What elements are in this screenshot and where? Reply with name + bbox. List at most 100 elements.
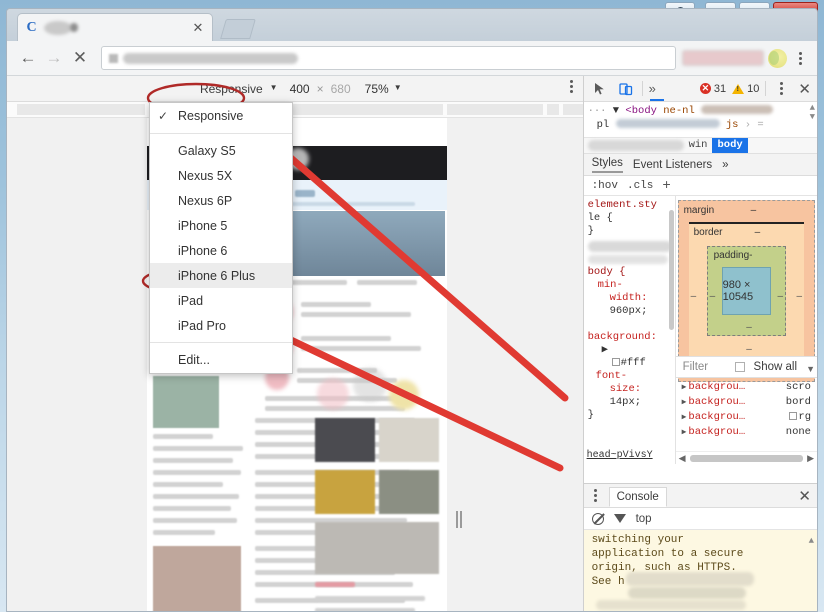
prop-min-width-b[interactable]: width: bbox=[588, 292, 671, 305]
computed-scroll-down-icon[interactable]: ▼ bbox=[806, 364, 815, 374]
device-menu-item-nexus-5x[interactable]: Nexus 5X bbox=[150, 163, 292, 188]
new-style-rule-button[interactable]: + bbox=[662, 178, 670, 194]
viewport-resize-handle[interactable] bbox=[456, 511, 462, 528]
tab-styles[interactable]: Styles bbox=[591, 157, 623, 173]
viewport-height-input[interactable]: 680 bbox=[331, 82, 351, 96]
device-selector[interactable]: Responsive ▼ bbox=[188, 82, 290, 96]
console-context-selector[interactable]: top bbox=[636, 513, 652, 525]
device-menu-item-iphone-6-plus[interactable]: iPhone 6 Plus bbox=[150, 263, 292, 288]
computed-property-row[interactable]: ▶ backgrou… none bbox=[682, 425, 811, 440]
viewport-width-input[interactable]: 400 bbox=[290, 82, 310, 96]
computed-filter-input[interactable]: Filter bbox=[683, 361, 709, 373]
chrome-menu-button[interactable] bbox=[791, 51, 809, 65]
prop-font-size-b[interactable]: size: bbox=[588, 383, 671, 396]
box-border-value[interactable]: – bbox=[755, 227, 761, 238]
tab-event-listeners[interactable]: Event Listeners bbox=[633, 159, 712, 171]
scroll-left-arrow[interactable]: ◀ bbox=[679, 453, 686, 464]
prop-min-width-a[interactable]: min- bbox=[588, 279, 671, 292]
error-count-badge[interactable]: ✕ 31 bbox=[699, 83, 726, 95]
computed-property-row[interactable]: ▶ backgrou… bord bbox=[682, 395, 811, 410]
show-all-checkbox[interactable] bbox=[734, 362, 745, 372]
box-margin-value[interactable]: – bbox=[751, 205, 757, 216]
breadcrumb-item-win[interactable]: win bbox=[684, 138, 713, 153]
more-panels-icon[interactable]: » bbox=[649, 81, 665, 101]
background-expand-icon[interactable]: ▶ bbox=[588, 344, 671, 357]
new-tab-button[interactable] bbox=[220, 19, 256, 39]
drawer-close-button[interactable]: ✕ bbox=[798, 487, 811, 505]
back-button[interactable]: ← bbox=[15, 45, 41, 71]
box-content-region[interactable]: 980 × 10545 bbox=[721, 267, 771, 315]
device-menu-item-ipad-pro[interactable]: iPad Pro bbox=[150, 313, 292, 338]
toggle-device-toolbar-icon[interactable] bbox=[616, 79, 636, 99]
value-background[interactable]: #fff bbox=[621, 357, 646, 369]
stop-button[interactable]: ✕ bbox=[67, 45, 93, 71]
clear-console-icon[interactable] bbox=[591, 512, 604, 525]
page-info-icon[interactable] bbox=[109, 53, 118, 63]
computed-property-row[interactable]: ▶ backgrou… rg bbox=[682, 410, 811, 425]
device-menu-item-nexus-6p[interactable]: Nexus 6P bbox=[150, 188, 292, 213]
address-bar[interactable] bbox=[101, 46, 676, 70]
tab-console[interactable]: Console bbox=[608, 486, 667, 507]
border-bottom-value[interactable]: – bbox=[746, 344, 752, 355]
devtools-menu-button[interactable] bbox=[772, 82, 790, 95]
device-toolbar-menu[interactable] bbox=[569, 80, 573, 93]
device-menu-label: iPhone 6 bbox=[178, 243, 228, 258]
stylesheet-source-link[interactable]: head~pVivsY bbox=[587, 449, 653, 462]
zoom-level[interactable]: 75% bbox=[365, 82, 389, 96]
device-menu-item-iphone-5[interactable]: iPhone 5 bbox=[150, 213, 292, 238]
padding-left-value[interactable]: – bbox=[710, 291, 716, 302]
styles-scrollbar[interactable] bbox=[668, 210, 674, 330]
dom-scrollbar[interactable]: ▲ ▼ bbox=[810, 104, 815, 122]
console-messages[interactable]: switching your application to a secure ori… bbox=[583, 530, 817, 611]
warning-count-badge[interactable]: 10 bbox=[732, 83, 759, 95]
tab-more-icon[interactable]: » bbox=[722, 159, 728, 171]
forward-button[interactable]: → bbox=[41, 45, 67, 71]
box-model-diagram[interactable]: margin – border – padding- 980 × 10545 –… bbox=[677, 200, 815, 382]
cls-toggle[interactable]: .cls bbox=[627, 180, 653, 192]
device-menu-label: Nexus 6P bbox=[178, 193, 233, 208]
devtools-close-button[interactable]: ✕ bbox=[798, 80, 811, 98]
border-left-value[interactable]: – bbox=[691, 291, 697, 302]
device-menu-item-responsive[interactable]: ✓ Responsive bbox=[150, 103, 292, 129]
hov-toggle[interactable]: :hov bbox=[592, 180, 618, 192]
computed-horizontal-scrollbar[interactable]: ◀ ▶ bbox=[675, 451, 817, 464]
extension-icon[interactable] bbox=[768, 48, 787, 68]
tab-close-button[interactable]: ✕ bbox=[190, 20, 206, 36]
breadcrumb-item-body[interactable]: body bbox=[712, 138, 748, 153]
rule-element-style: element.sty bbox=[587, 199, 657, 211]
prop-background[interactable]: background: bbox=[588, 331, 671, 344]
device-menu-item-ipad[interactable]: iPad bbox=[150, 288, 292, 313]
device-dropdown-menu[interactable]: ✓ Responsive Galaxy S5 Nexus 5X Nexus 6P iPho… bbox=[149, 102, 293, 374]
scroll-right-arrow[interactable]: ▶ bbox=[807, 453, 814, 464]
expand-caret-icon[interactable]: ▶ bbox=[682, 398, 687, 407]
expand-caret-icon[interactable]: ▶ bbox=[682, 428, 687, 437]
computed-property-row[interactable]: ▶ backgrou… scro bbox=[682, 380, 811, 395]
css-rules-column[interactable]: element.sty le { } body { min- width: 96… bbox=[584, 196, 676, 464]
color-swatch[interactable] bbox=[789, 412, 798, 420]
dom-node-child[interactable]: pl js › = bbox=[588, 118, 813, 132]
value-font-size[interactable]: 14px; bbox=[588, 396, 671, 409]
padding-bottom-value[interactable]: – bbox=[746, 322, 752, 333]
color-swatch[interactable] bbox=[611, 358, 620, 366]
filter-icon[interactable] bbox=[613, 514, 626, 536]
drawer-menu-button[interactable] bbox=[590, 489, 601, 502]
expand-caret-icon[interactable]: ▶ bbox=[682, 383, 687, 392]
border-right-value[interactable]: – bbox=[796, 291, 802, 302]
prop-font-size-a[interactable]: font- bbox=[588, 370, 671, 383]
dom-node-body[interactable]: ··· ▼ <body ne-nl bbox=[588, 104, 813, 118]
dom-tree[interactable]: ··· ▼ <body ne-nl pl js › = ▲ ▼ win body bbox=[583, 102, 817, 154]
extension-badge[interactable] bbox=[682, 50, 764, 66]
inspect-element-icon[interactable] bbox=[590, 79, 610, 99]
device-menu-item-iphone-6[interactable]: iPhone 6 bbox=[150, 238, 292, 263]
device-menu-item-galaxy-s5[interactable]: Galaxy S5 bbox=[150, 138, 292, 163]
computed-column: margin – border – padding- 980 × 10545 –… bbox=[675, 196, 817, 464]
console-scroll-up-icon[interactable]: ▲ bbox=[809, 534, 814, 548]
value-min-width[interactable]: 960px; bbox=[588, 305, 671, 318]
browser-tab[interactable]: C ✕ bbox=[17, 13, 213, 41]
expand-caret-icon[interactable]: ▼ bbox=[613, 105, 619, 117]
console-drawer: Console ✕ top switching your application … bbox=[583, 483, 817, 611]
expand-caret-icon[interactable]: ▶ bbox=[682, 413, 687, 422]
padding-right-value[interactable]: – bbox=[777, 291, 783, 302]
device-menu-item-edit[interactable]: Edit... bbox=[150, 347, 292, 373]
computed-properties-list[interactable]: ▶ backgrou… scro ▶ backgrou… bord ▶ backgrou… rg… bbox=[676, 378, 817, 450]
